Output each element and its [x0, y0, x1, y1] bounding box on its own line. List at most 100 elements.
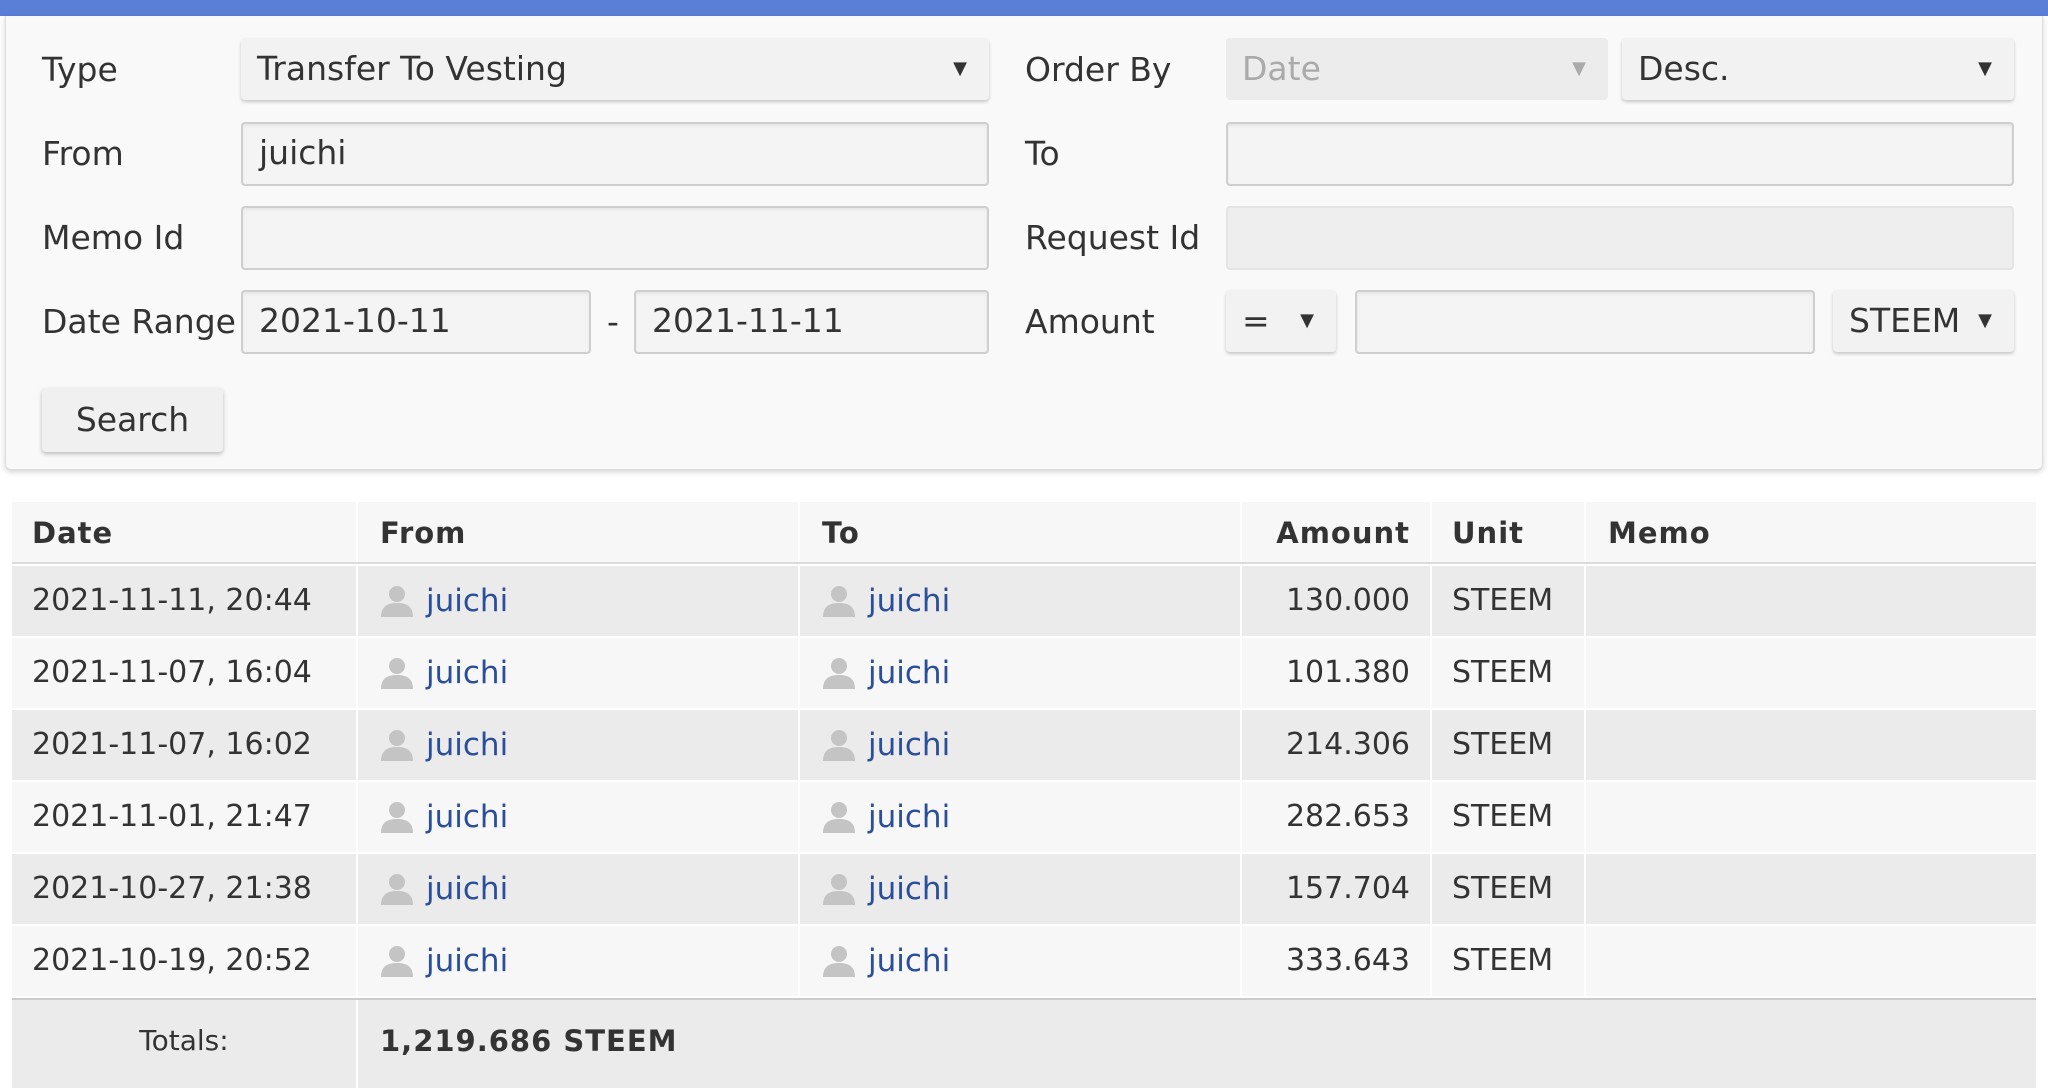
cell-date: 2021-11-07, 16:02 [12, 710, 358, 780]
cell-amount: 157.704 [1242, 854, 1432, 924]
cell-date: 2021-11-07, 16:04 [12, 638, 358, 708]
order-by-select-value: Date [1242, 49, 1321, 88]
table-row: 2021-11-07, 16:04 juichi juichi 101.380 … [12, 638, 2036, 708]
date-end-input[interactable]: 2021-11-11 [634, 290, 989, 354]
header-from[interactable]: From [358, 502, 800, 562]
order-by-select[interactable]: Date ▼ [1226, 38, 1608, 100]
cell-from: juichi [358, 854, 800, 924]
request-id-input[interactable] [1226, 206, 2014, 270]
cell-unit: STEEM [1432, 710, 1586, 780]
from-user-link[interactable]: juichi [426, 926, 508, 996]
user-icon [823, 802, 855, 833]
order-direction-select[interactable]: Desc. ▼ [1622, 38, 2014, 100]
amount-unit-value: STEEM [1849, 301, 1961, 340]
chevron-down-icon: ▼ [1300, 310, 1314, 331]
table-row: 2021-11-11, 20:44 juichi juichi 130.000 … [12, 566, 2036, 636]
cell-unit: STEEM [1432, 854, 1586, 924]
date-range-label: Date Range [42, 302, 236, 341]
cell-date: 2021-10-19, 20:52 [12, 926, 358, 996]
user-icon [381, 874, 413, 905]
cell-amount: 214.306 [1242, 710, 1432, 780]
cell-unit: STEEM [1432, 566, 1586, 636]
from-user-link[interactable]: juichi [426, 782, 508, 852]
memo-id-input[interactable] [241, 206, 989, 270]
cell-to: juichi [800, 566, 1242, 636]
header-amount[interactable]: Amount [1242, 502, 1432, 562]
header-unit[interactable]: Unit [1432, 502, 1586, 562]
to-label: To [1025, 134, 1060, 173]
cell-amount: 282.653 [1242, 782, 1432, 852]
header-memo[interactable]: Memo [1586, 502, 2036, 562]
header-date[interactable]: Date [12, 502, 358, 562]
search-filter-panel: Type Transfer To Vesting ▼ Order By Date… [5, 16, 2043, 470]
from-user-link[interactable]: juichi [426, 854, 508, 924]
to-input[interactable] [1226, 122, 2014, 186]
order-by-label: Order By [1025, 50, 1172, 89]
cell-from: juichi [358, 638, 800, 708]
cell-unit: STEEM [1432, 638, 1586, 708]
user-icon [823, 730, 855, 761]
cell-amount: 101.380 [1242, 638, 1432, 708]
search-button[interactable]: Search [42, 388, 223, 452]
chevron-down-icon: ▼ [1572, 58, 1586, 79]
user-icon [381, 586, 413, 617]
user-icon [381, 802, 413, 833]
from-user-link[interactable]: juichi [426, 566, 508, 636]
memo-id-label: Memo Id [42, 218, 185, 257]
cell-to: juichi [800, 926, 1242, 996]
table-row: 2021-10-19, 20:52 juichi juichi 333.643 … [12, 926, 2036, 996]
date-start-input[interactable]: 2021-10-11 [241, 290, 591, 354]
cell-memo [1586, 782, 2036, 852]
cell-unit: STEEM [1432, 782, 1586, 852]
cell-amount: 333.643 [1242, 926, 1432, 996]
cell-date: 2021-11-01, 21:47 [12, 782, 358, 852]
cell-memo [1586, 566, 2036, 636]
amount-input[interactable] [1355, 290, 1815, 354]
user-icon [823, 874, 855, 905]
amount-operator-select[interactable]: = ▼ [1226, 290, 1336, 352]
header-to[interactable]: To [800, 502, 1242, 562]
cell-from: juichi [358, 782, 800, 852]
from-user-link[interactable]: juichi [426, 638, 508, 708]
user-icon [381, 658, 413, 689]
table-row: 2021-11-01, 21:47 juichi juichi 282.653 … [12, 782, 2036, 852]
date-range-separator: - [607, 302, 619, 341]
from-label: From [42, 134, 124, 173]
user-icon [381, 730, 413, 761]
to-user-link[interactable]: juichi [868, 926, 950, 996]
from-input[interactable]: juichi [241, 122, 989, 186]
totals-row: Totals: 1,219.686 STEEM [12, 998, 2036, 1088]
cell-memo [1586, 854, 2036, 924]
type-label: Type [42, 50, 118, 89]
amount-label: Amount [1025, 302, 1155, 341]
amount-operator-value: = [1242, 301, 1270, 340]
user-icon [823, 586, 855, 617]
chevron-down-icon: ▼ [1978, 310, 1992, 331]
user-icon [381, 946, 413, 977]
cell-from: juichi [358, 710, 800, 780]
amount-unit-select[interactable]: STEEM ▼ [1833, 290, 2014, 352]
table-row: 2021-11-07, 16:02 juichi juichi 214.306 … [12, 710, 2036, 780]
chevron-down-icon: ▼ [1978, 58, 1992, 79]
to-user-link[interactable]: juichi [868, 782, 950, 852]
cell-to: juichi [800, 854, 1242, 924]
to-user-link[interactable]: juichi [868, 566, 950, 636]
type-select-value: Transfer To Vesting [257, 49, 567, 88]
cell-date: 2021-11-11, 20:44 [12, 566, 358, 636]
cell-unit: STEEM [1432, 926, 1586, 996]
from-user-link[interactable]: juichi [426, 710, 508, 780]
chevron-down-icon: ▼ [953, 58, 967, 79]
order-direction-value: Desc. [1638, 49, 1730, 88]
request-id-label: Request Id [1025, 218, 1201, 257]
totals-label: Totals: [12, 1000, 358, 1088]
cell-amount: 130.000 [1242, 566, 1432, 636]
cell-to: juichi [800, 710, 1242, 780]
type-select[interactable]: Transfer To Vesting ▼ [241, 38, 989, 100]
user-icon [823, 658, 855, 689]
top-accent-bar [0, 0, 2048, 16]
totals-value: 1,219.686 STEEM [380, 1024, 678, 1058]
to-user-link[interactable]: juichi [868, 854, 950, 924]
to-user-link[interactable]: juichi [868, 638, 950, 708]
to-user-link[interactable]: juichi [868, 710, 950, 780]
cell-date: 2021-10-27, 21:38 [12, 854, 358, 924]
